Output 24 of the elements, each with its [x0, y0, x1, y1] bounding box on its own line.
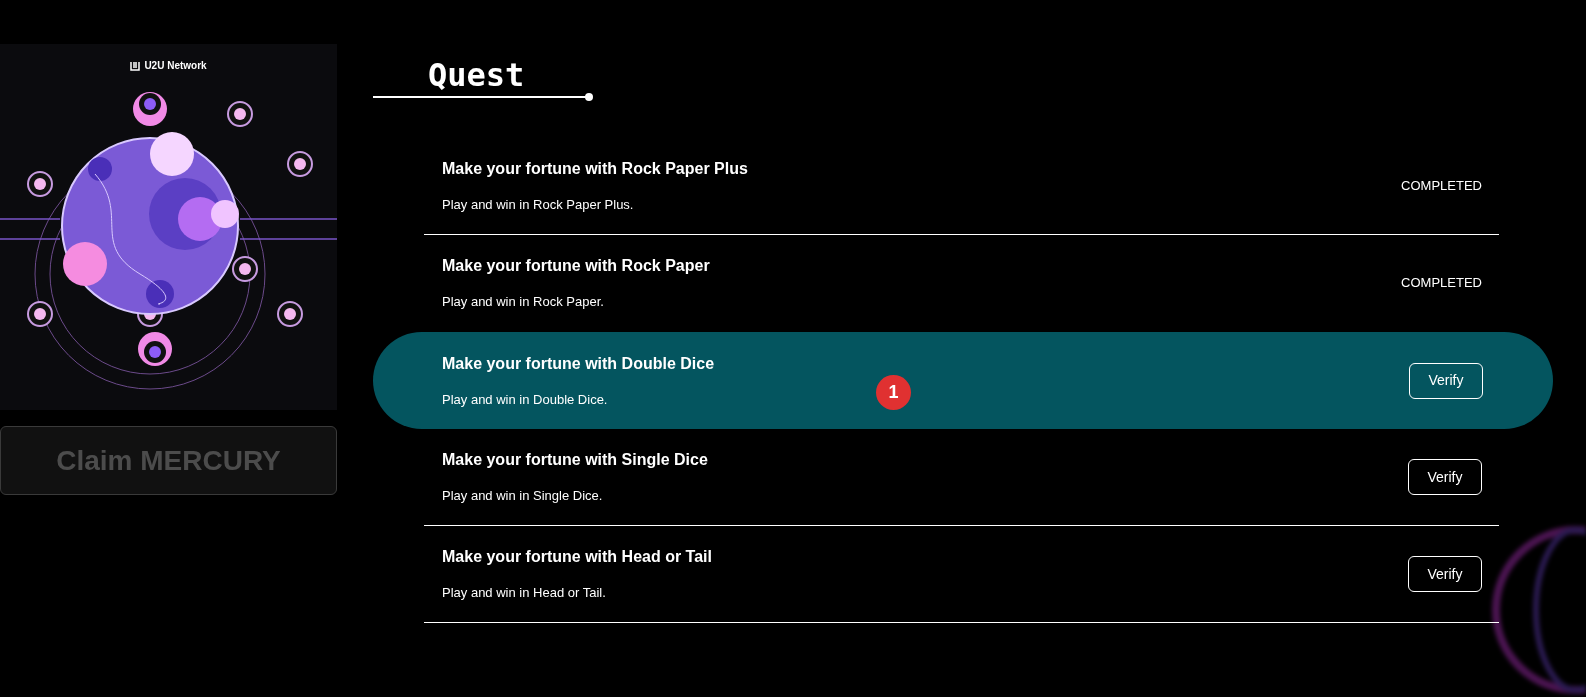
quest-name: Make your fortune with Head or Tail [442, 547, 712, 568]
quest-row[interactable]: Make your fortune with Rock Paper Plus Play and win in Rock Paper Plus. COMPLETED [424, 138, 1499, 235]
quest-title: Quest [428, 56, 526, 94]
quest-description: Play and win in Double Dice. [442, 390, 609, 409]
quest-name: Make your fortune with Single Dice [442, 450, 708, 471]
quest-name: Make your fortune with Double Dice [442, 353, 715, 374]
quest-description: Play and win in Head or Tail. [442, 584, 607, 603]
quest-description: Play and win in Rock Paper Plus. [442, 196, 635, 215]
quest-row[interactable]: Make your fortune with Rock Paper Play and win in Rock Paper. COMPLETED [424, 235, 1499, 332]
logo-text: U2U Network [144, 59, 207, 73]
quest-row[interactable]: Make your fortune with Double Dice Play and win in Double Dice. Verify 1 [373, 332, 1553, 429]
quest-row[interactable]: Make your fortune with Head or Tail Play and win in Head or Tail. Verify [424, 526, 1499, 623]
quest-description: Play and win in Single Dice. [442, 487, 604, 506]
verify-button[interactable]: Verify [1408, 459, 1482, 495]
quest-description: Play and win in Rock Paper. [442, 293, 605, 312]
verify-button[interactable]: Verify [1408, 556, 1482, 592]
status-label: COMPLETED [1401, 274, 1482, 293]
step-marker: 1 [876, 375, 911, 410]
logo-icon [130, 60, 141, 71]
quest-name: Make your fortune with Rock Paper Plus [442, 159, 748, 180]
verify-button[interactable]: Verify [1409, 362, 1483, 399]
status-label: COMPLETED [1401, 177, 1482, 196]
quest-row[interactable]: Make your fortune with Single Dice Play and win in Single Dice. Verify [424, 429, 1499, 526]
quest-name: Make your fortune with Rock Paper [442, 256, 710, 277]
